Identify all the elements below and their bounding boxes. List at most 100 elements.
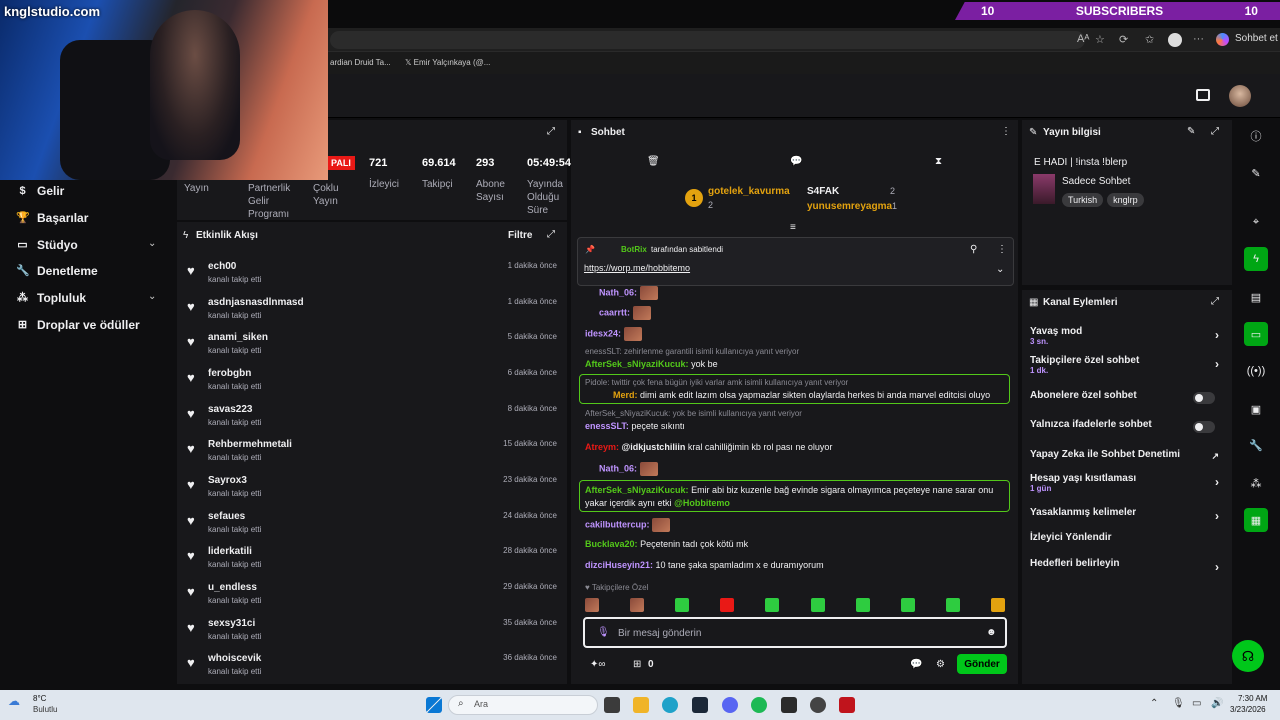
lightning-icon[interactable]: ϟ	[1244, 247, 1268, 271]
chevron-down-icon[interactable]: ⌄	[148, 238, 156, 249]
action-followers-only[interactable]: Takipçilere özel sohbet 1 dk. ›	[1030, 355, 1225, 375]
tag[interactable]: Turkish	[1062, 193, 1104, 207]
action-raid[interactable]: İzleyici Yönlendir	[1030, 532, 1225, 543]
clock-date[interactable]: 3/23/2026	[1230, 705, 1266, 714]
favorites-icon[interactable]: ✩	[1145, 33, 1154, 46]
sidebar-item-denetleme[interactable]: 🔧 Denetleme	[16, 264, 98, 278]
sidebar-item-droplar[interactable]: ⊞ Droplar ve ödüller	[16, 318, 140, 332]
activity-event[interactable]: ♥ ferobgbn kanalı takip etti 6 dakika önce	[187, 366, 559, 400]
microphone-icon[interactable]: 🎙	[1172, 698, 1185, 709]
wrench-icon[interactable]: 🔧	[1244, 433, 1268, 457]
emote-image[interactable]	[630, 598, 645, 612]
display-icon[interactable]: ▭	[1192, 698, 1201, 709]
clip-icon[interactable]: ⌖	[1244, 210, 1268, 234]
channel-points-icon[interactable]: ✦∞	[590, 659, 606, 670]
sohbet-et-button[interactable]: Sohbet et	[1235, 33, 1278, 44]
profile-icon[interactable]	[1168, 33, 1182, 47]
sidebar-item-topluluk[interactable]: ⁂ Topluluk	[16, 291, 86, 305]
pinned-link[interactable]: https://worp.me/hobbitemo	[584, 263, 690, 273]
chat-icon[interactable]: 💬	[790, 156, 802, 167]
emote-image[interactable]	[855, 598, 870, 612]
emote-image[interactable]	[900, 598, 915, 612]
sidebar-item-gelir[interactable]: $ Gelir	[16, 184, 64, 198]
edit-icon[interactable]: ✎	[1187, 126, 1195, 137]
adobe-icon[interactable]	[839, 697, 855, 713]
send-button[interactable]: Gönder	[957, 654, 1007, 674]
activity-event[interactable]: ♥ Sayrox3 kanalı takip etti 23 dakika önce	[187, 473, 559, 507]
action-ai-moderation[interactable]: Yapay Zeka ile Sohbet Denetimi ↗	[1030, 449, 1225, 461]
stat-label-partner[interactable]: Partnerlik Gelir Programı	[248, 182, 303, 221]
emote-image[interactable]	[720, 598, 735, 612]
action-subs-only[interactable]: Abonelere özel sohbet	[1030, 390, 1225, 404]
action-goals[interactable]: Hedefleri belirleyin ›	[1030, 558, 1225, 574]
reader-icon[interactable]: Aᴬ	[1077, 33, 1089, 45]
toggle-switch[interactable]	[1193, 392, 1215, 404]
activity-event[interactable]: ♥ asdnjasnasdlnmasd kanalı takip etti 1 dak…	[187, 295, 559, 329]
gift-icon[interactable]: ⊞	[633, 659, 641, 670]
chevron-down-icon[interactable]: ⌄	[996, 264, 1004, 275]
chat-icon[interactable]: ▭	[1244, 322, 1268, 346]
share-icon[interactable]: ⁂	[1244, 471, 1268, 495]
activity-event[interactable]: ♥ sexsy31ci kanalı takip etti 35 dakika önc…	[187, 616, 559, 650]
action-account-age[interactable]: Hesap yaşı kısıtlaması 1 gün ›	[1030, 473, 1225, 493]
trash-icon[interactable]: 🗑	[647, 156, 660, 167]
hourglass-icon[interactable]: ⧗	[935, 156, 942, 167]
emoji-icon[interactable]: ☻	[986, 627, 997, 638]
action-emote-only[interactable]: Yalnızca ifadelerle sohbet	[1030, 419, 1225, 433]
more-vertical-icon[interactable]: ⋮	[997, 244, 1007, 255]
toggle-switch[interactable]	[1193, 421, 1215, 433]
layout-icon[interactable]: ▣	[1244, 397, 1268, 421]
edit-icon[interactable]: ✎	[1244, 161, 1268, 185]
unpin-icon[interactable]: ⚲	[970, 244, 977, 255]
more-icon[interactable]: ···	[1193, 33, 1204, 45]
taskbar-search[interactable]	[448, 695, 598, 715]
address-bar[interactable]	[330, 31, 1085, 49]
weather-icon[interactable]: ☁	[8, 694, 20, 708]
clock-time[interactable]: 7:30 AM	[1238, 694, 1267, 703]
steam-icon[interactable]	[692, 697, 708, 713]
collapse-icon[interactable]: ≡	[790, 222, 796, 233]
file-explorer-icon[interactable]	[633, 697, 649, 713]
extensions-icon[interactable]: ⟳	[1119, 33, 1128, 46]
avatar[interactable]	[1229, 85, 1251, 107]
leader-name[interactable]: yunusemreyagma	[807, 201, 892, 212]
gear-icon[interactable]: ⚙	[936, 659, 945, 670]
bookmark-item[interactable]: 𝕏 Emir Yalçınkaya (@...	[405, 58, 490, 67]
mod-view-icon[interactable]	[1196, 89, 1210, 101]
filter-button[interactable]: Filtre	[508, 230, 532, 241]
emote-image[interactable]	[765, 598, 780, 612]
popout-icon[interactable]: ⤢	[1211, 126, 1219, 137]
activity-event[interactable]: ♥ u_endless kanalı takip etti 29 dakika önc…	[187, 580, 559, 614]
emote-image[interactable]	[585, 598, 599, 612]
windows-start-icon[interactable]	[426, 697, 442, 713]
chat-settings-bubble-icon[interactable]: 💬	[910, 659, 922, 670]
document-icon[interactable]: ▤	[1244, 285, 1268, 309]
spotify-icon[interactable]	[751, 697, 767, 713]
info-icon[interactable]: ⓘ	[1244, 124, 1268, 148]
broadcast-icon[interactable]: ((•))	[1244, 359, 1268, 383]
task-view-icon[interactable]	[604, 697, 620, 713]
bookmark-item[interactable]: ardian Druid Ta...	[330, 58, 391, 67]
activity-event[interactable]: ♥ anami_siken kanalı takip etti 5 dakika ön…	[187, 330, 559, 364]
category-thumbnail[interactable]	[1033, 174, 1055, 204]
chevron-up-icon[interactable]: ⌃	[1150, 698, 1158, 709]
emote-image[interactable]	[810, 598, 825, 612]
emote-image[interactable]	[990, 598, 1005, 612]
emote-image[interactable]	[945, 598, 960, 612]
sidebar-item-studyo[interactable]: ▭ Stüdyo	[16, 238, 77, 252]
popout-icon[interactable]: ⤢	[547, 126, 555, 137]
copilot-icon[interactable]	[1216, 33, 1229, 46]
stat-label-coklu[interactable]: Çoklu Yayın	[313, 182, 353, 208]
pinned-author[interactable]: BotRix	[621, 245, 647, 254]
activity-event[interactable]: ♥ Rehbermehmetali kanalı takip etti 15 daki…	[187, 437, 559, 471]
emote-image[interactable]	[675, 598, 690, 612]
activity-event[interactable]: ♥ sefaues kanalı takip etti 24 dakika önce	[187, 509, 559, 543]
discord-icon[interactable]	[722, 697, 738, 713]
volume-icon[interactable]: 🔊	[1211, 698, 1223, 709]
popout-icon[interactable]: ⤢	[547, 229, 555, 240]
edge-icon[interactable]	[662, 697, 678, 713]
leader-name[interactable]: S4FAK	[807, 186, 839, 197]
activity-event[interactable]: ♥ ech00 kanalı takip etti 1 dakika önce	[187, 259, 559, 293]
terminal-icon[interactable]	[781, 697, 797, 713]
obs-icon[interactable]	[810, 697, 826, 713]
